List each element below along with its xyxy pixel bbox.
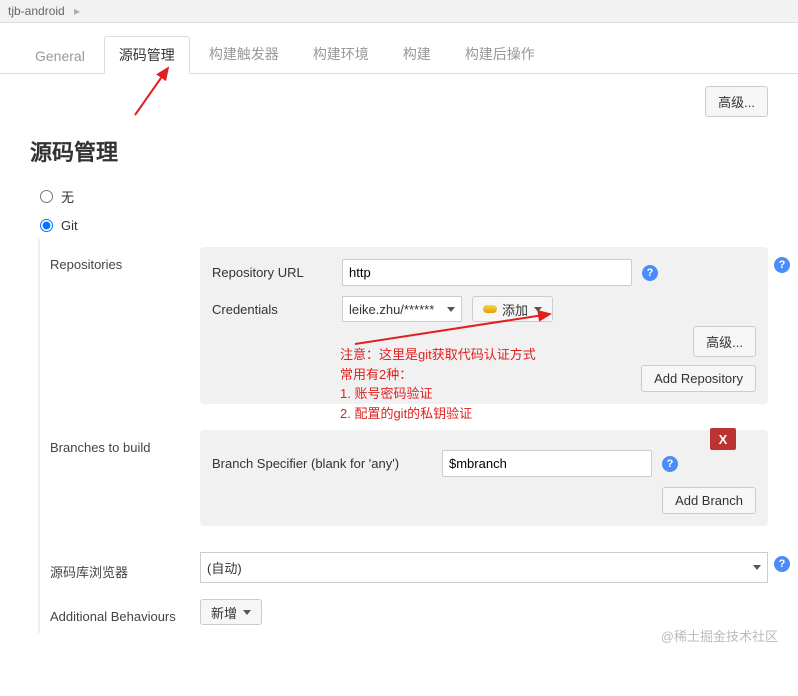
help-icon[interactable]: ? xyxy=(774,556,790,572)
add-repository-button[interactable]: Add Repository xyxy=(641,365,756,392)
advanced-button-top[interactable]: 高级... xyxy=(705,86,768,117)
help-icon[interactable]: ? xyxy=(642,265,658,281)
repositories-label: Repositories xyxy=(40,247,200,414)
tab-scm[interactable]: 源码管理 xyxy=(104,36,190,74)
scm-none-radio[interactable] xyxy=(40,190,53,203)
repo-browser-value: (自动) xyxy=(207,558,242,577)
key-icon xyxy=(483,305,497,313)
tab-triggers[interactable]: 构建触发器 xyxy=(194,35,294,73)
branch-specifier-input[interactable] xyxy=(442,450,652,477)
help-icon[interactable]: ? xyxy=(662,456,678,472)
tab-build[interactable]: 构建 xyxy=(388,35,446,73)
scm-git-radio[interactable] xyxy=(40,219,53,232)
add-branch-button[interactable]: Add Branch xyxy=(662,487,756,514)
chevron-down-icon xyxy=(447,307,455,312)
tab-env[interactable]: 构建环境 xyxy=(298,35,384,73)
scm-none-label: 无 xyxy=(61,187,74,206)
section-title: 源码管理 xyxy=(0,117,798,181)
credentials-value: leike.zhu/****** xyxy=(349,302,434,317)
advanced-button-repo[interactable]: 高级... xyxy=(693,326,756,357)
scm-git-label: Git xyxy=(61,218,78,233)
repo-browser-label: 源码库浏览器 xyxy=(40,552,200,583)
help-icon[interactable]: ? xyxy=(774,257,790,273)
credentials-select[interactable]: leike.zhu/****** xyxy=(342,296,462,322)
additional-behaviours-label: Additional Behaviours xyxy=(40,599,200,625)
branches-label: Branches to build xyxy=(40,430,200,536)
tab-post[interactable]: 构建后操作 xyxy=(450,35,550,73)
config-tabs: General 源码管理 构建触发器 构建环境 构建 构建后操作 xyxy=(0,23,798,74)
chevron-down-icon xyxy=(534,307,542,312)
breadcrumb: tjb-android ▸ xyxy=(0,0,798,23)
breadcrumb-project[interactable]: tjb-android xyxy=(8,4,65,18)
tab-general[interactable]: General xyxy=(20,39,100,73)
repo-url-input[interactable] xyxy=(342,259,632,286)
delete-branch-button[interactable]: X xyxy=(710,428,736,450)
annotation-line4: 2. 配置的git的私钥验证 xyxy=(340,404,536,424)
branch-box: X Branch Specifier (blank for 'any') ? A… xyxy=(200,430,768,526)
breadcrumb-separator: ▸ xyxy=(74,4,80,18)
chevron-down-icon xyxy=(753,565,761,570)
add-behaviour-button[interactable]: 新增 xyxy=(200,599,262,625)
repo-browser-select[interactable]: (自动) xyxy=(200,552,768,583)
repository-box: Repository URL ? Credentials leike.zhu/*… xyxy=(200,247,768,404)
repo-url-label: Repository URL xyxy=(212,265,342,280)
credentials-label: Credentials xyxy=(212,302,342,317)
chevron-down-icon xyxy=(243,610,251,615)
add-credentials-button[interactable]: 添加 xyxy=(472,296,553,322)
watermark: @稀土掘金技术社区 xyxy=(661,626,778,645)
branch-specifier-label: Branch Specifier (blank for 'any') xyxy=(212,456,442,471)
